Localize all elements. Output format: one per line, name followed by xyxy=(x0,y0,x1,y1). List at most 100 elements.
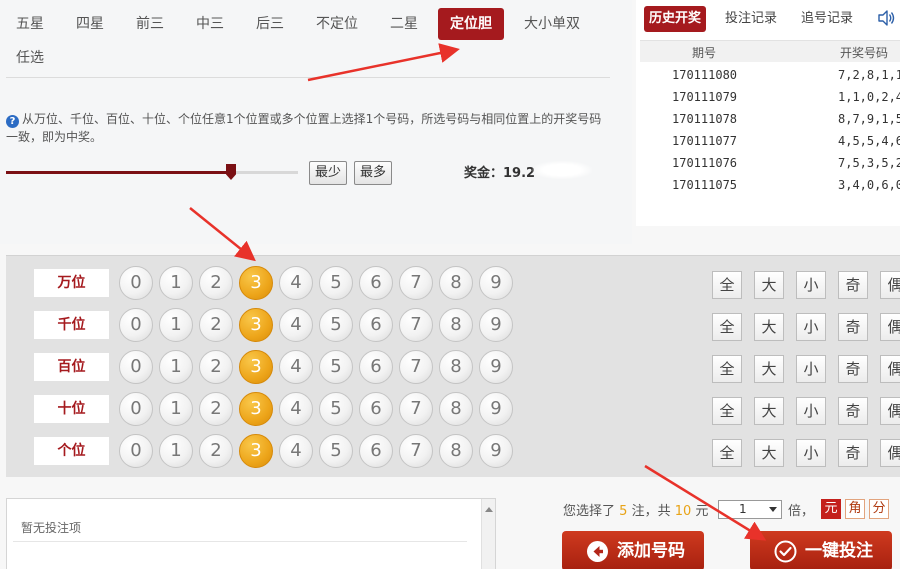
number-ball[interactable]: 5 xyxy=(319,308,353,342)
quick-select-button[interactable]: 小 xyxy=(796,439,826,467)
tab-history-draws[interactable]: 历史开奖 xyxy=(644,6,706,32)
unit-fen-button[interactable]: 分 xyxy=(869,499,889,519)
number-ball[interactable]: 2 xyxy=(199,266,233,300)
number-ball[interactable]: 2 xyxy=(199,350,233,384)
number-ball[interactable]: 0 xyxy=(119,266,153,300)
tab-dingweidan[interactable]: 定位胆 xyxy=(438,8,504,40)
question-circle-icon[interactable]: ? xyxy=(6,115,19,128)
tab-chase-records[interactable]: 追号记录 xyxy=(796,6,858,32)
number-ball[interactable]: 1 xyxy=(159,434,193,468)
tab-erxing[interactable]: 二星 xyxy=(378,8,430,40)
number-ball[interactable]: 8 xyxy=(439,392,473,426)
number-ball[interactable]: 3 xyxy=(239,350,273,384)
number-ball[interactable]: 1 xyxy=(159,350,193,384)
number-ball[interactable]: 8 xyxy=(439,308,473,342)
number-ball[interactable]: 9 xyxy=(479,350,513,384)
number-ball[interactable]: 9 xyxy=(479,266,513,300)
tab-budingwei[interactable]: 不定位 xyxy=(306,8,368,40)
quick-select-button[interactable]: 大 xyxy=(754,439,784,467)
quick-select-button[interactable]: 小 xyxy=(796,313,826,341)
number-ball[interactable]: 7 xyxy=(399,350,433,384)
quick-select-button[interactable]: 全 xyxy=(712,397,742,425)
quick-select-button[interactable]: 偶 xyxy=(880,439,900,467)
number-ball[interactable]: 5 xyxy=(319,266,353,300)
number-ball[interactable]: 7 xyxy=(399,308,433,342)
number-ball[interactable]: 5 xyxy=(319,434,353,468)
multiplier-select[interactable]: 1 xyxy=(718,500,782,519)
number-ball[interactable]: 4 xyxy=(279,308,313,342)
number-ball[interactable]: 2 xyxy=(199,308,233,342)
quick-select-button[interactable]: 奇 xyxy=(838,271,868,299)
number-ball[interactable]: 5 xyxy=(319,350,353,384)
quick-select-button[interactable]: 偶 xyxy=(880,313,900,341)
unit-jiao-button[interactable]: 角 xyxy=(845,499,865,519)
quick-select-button[interactable]: 奇 xyxy=(838,397,868,425)
tab-daxiaodanshuang[interactable]: 大小单双 xyxy=(514,8,590,40)
tab-bet-records[interactable]: 投注记录 xyxy=(720,6,782,32)
number-ball[interactable]: 7 xyxy=(399,434,433,468)
number-ball[interactable]: 6 xyxy=(359,308,393,342)
tab-qiansan[interactable]: 前三 xyxy=(124,8,176,40)
number-ball[interactable]: 6 xyxy=(359,434,393,468)
quick-select-button[interactable]: 小 xyxy=(796,397,826,425)
speaker-icon[interactable] xyxy=(876,8,896,28)
number-ball[interactable]: 8 xyxy=(439,434,473,468)
number-ball[interactable]: 3 xyxy=(239,392,273,426)
quick-select-button[interactable]: 大 xyxy=(754,397,784,425)
quick-select-button[interactable]: 偶 xyxy=(880,355,900,383)
unit-yuan-button[interactable]: 元 xyxy=(821,499,841,519)
quick-select-button[interactable]: 奇 xyxy=(838,313,868,341)
quick-select-button[interactable]: 大 xyxy=(754,271,784,299)
number-ball[interactable]: 0 xyxy=(119,308,153,342)
quick-select-button[interactable]: 奇 xyxy=(838,439,868,467)
number-ball[interactable]: 6 xyxy=(359,266,393,300)
quick-select-button[interactable]: 全 xyxy=(712,439,742,467)
number-ball[interactable]: 9 xyxy=(479,308,513,342)
number-ball[interactable]: 3 xyxy=(239,308,273,342)
quick-select-button[interactable]: 小 xyxy=(796,355,826,383)
number-ball[interactable]: 2 xyxy=(199,392,233,426)
number-ball[interactable]: 2 xyxy=(199,434,233,468)
quick-bet-button[interactable]: 一键投注 xyxy=(750,531,892,569)
rebate-slider[interactable] xyxy=(6,164,298,180)
tab-renxuan[interactable]: 任选 xyxy=(4,42,56,74)
tab-wuxing[interactable]: 五星 xyxy=(4,8,56,40)
number-ball[interactable]: 4 xyxy=(279,434,313,468)
quick-select-button[interactable]: 大 xyxy=(754,355,784,383)
number-ball[interactable]: 0 xyxy=(119,392,153,426)
quick-select-button[interactable]: 全 xyxy=(712,313,742,341)
quick-select-button[interactable]: 全 xyxy=(712,355,742,383)
number-ball[interactable]: 1 xyxy=(159,308,193,342)
number-ball[interactable]: 7 xyxy=(399,266,433,300)
number-ball[interactable]: 0 xyxy=(119,434,153,468)
number-ball[interactable]: 5 xyxy=(319,392,353,426)
min-button[interactable]: 最少 xyxy=(309,161,348,185)
tab-zhongsan[interactable]: 中三 xyxy=(184,8,236,40)
number-ball[interactable]: 4 xyxy=(279,350,313,384)
number-ball[interactable]: 3 xyxy=(239,434,273,468)
number-ball[interactable]: 9 xyxy=(479,434,513,468)
quick-select-button[interactable]: 奇 xyxy=(838,355,868,383)
tab-sixing[interactable]: 四星 xyxy=(64,8,116,40)
number-ball[interactable]: 8 xyxy=(439,350,473,384)
number-ball[interactable]: 7 xyxy=(399,392,433,426)
quick-select-button[interactable]: 全 xyxy=(712,271,742,299)
number-ball[interactable]: 1 xyxy=(159,392,193,426)
quick-select-button[interactable]: 小 xyxy=(796,271,826,299)
quick-select-button[interactable]: 大 xyxy=(754,313,784,341)
number-ball[interactable]: 9 xyxy=(479,392,513,426)
tab-housan[interactable]: 后三 xyxy=(244,8,296,40)
add-number-button[interactable]: 添加号码 xyxy=(562,531,704,569)
bet-list-scrollbar[interactable] xyxy=(481,499,495,569)
number-ball[interactable]: 3 xyxy=(239,266,273,300)
number-ball[interactable]: 0 xyxy=(119,350,153,384)
number-ball[interactable]: 6 xyxy=(359,392,393,426)
quick-select-button[interactable]: 偶 xyxy=(880,397,900,425)
number-ball[interactable]: 8 xyxy=(439,266,473,300)
number-ball[interactable]: 4 xyxy=(279,392,313,426)
number-ball[interactable]: 4 xyxy=(279,266,313,300)
scroll-up-icon[interactable] xyxy=(485,507,493,512)
number-ball[interactable]: 6 xyxy=(359,350,393,384)
number-ball[interactable]: 1 xyxy=(159,266,193,300)
max-button[interactable]: 最多 xyxy=(354,161,393,185)
